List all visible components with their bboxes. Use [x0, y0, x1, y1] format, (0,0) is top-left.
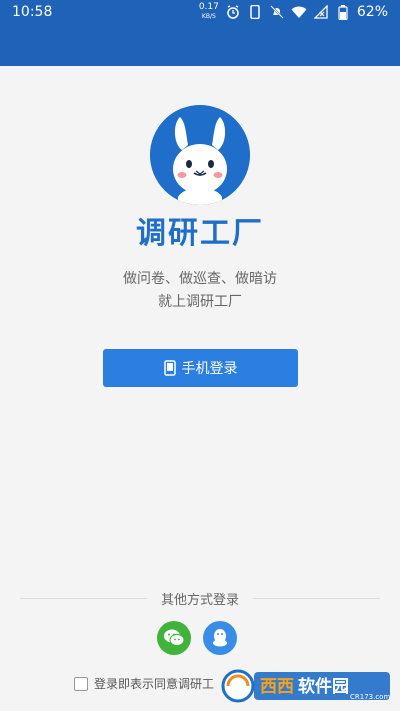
network-speed: 0.17 KB/S: [199, 3, 219, 21]
network-speed-unit: KB/S: [201, 13, 216, 20]
phone-login-label: 手机登录: [181, 361, 238, 377]
network-speed-value: 0.17: [198, 2, 219, 12]
other-login-label: 其他方式登录: [161, 593, 240, 608]
agreement-row: 登录即表示同意调研工: [74, 675, 214, 692]
phone-login-button[interactable]: 手机登录: [103, 349, 298, 387]
svg-text:CR173.com: CR173.com: [350, 693, 390, 701]
app-logo: [150, 105, 250, 205]
alarm-icon: [225, 4, 241, 20]
wechat-icon: [164, 629, 185, 646]
svg-text:软件园: 软件园: [298, 676, 349, 697]
divider-right: [253, 598, 381, 599]
divider-left: [20, 598, 147, 599]
battery-icon: [335, 4, 351, 20]
status-time: 10:58: [12, 4, 53, 20]
other-login-divider: 其他方式登录: [20, 589, 381, 608]
app-name: 调研工厂: [136, 216, 264, 251]
wechat-login-button[interactable]: [157, 621, 191, 655]
qq-icon: [213, 629, 227, 647]
wifi-icon: [291, 4, 307, 20]
phone-icon: [163, 360, 176, 376]
agreement-text: 登录即表示同意调研工: [94, 677, 215, 691]
slogan-line-2: 就上调研工厂: [158, 294, 242, 310]
mute-bell-icon: [269, 4, 285, 20]
bunny-mascot-icon: [150, 105, 250, 205]
battery-percent: 62%: [356, 4, 388, 20]
status-bar: 10:58 0.17 KB/S 62%: [0, 0, 400, 66]
status-icons: 0.17 KB/S 62%: [199, 3, 388, 21]
qq-login-button[interactable]: [203, 621, 237, 655]
agreement-checkbox[interactable]: [74, 676, 88, 691]
slogan-line-1: 做问卷、做巡查、做暗访: [123, 271, 277, 287]
svg-text:西西: 西西: [260, 677, 294, 697]
no-signal-icon: [313, 4, 329, 20]
watermark-logo: 西西 软件园 CR173.com: [220, 666, 394, 706]
phone-icon: [247, 4, 263, 20]
